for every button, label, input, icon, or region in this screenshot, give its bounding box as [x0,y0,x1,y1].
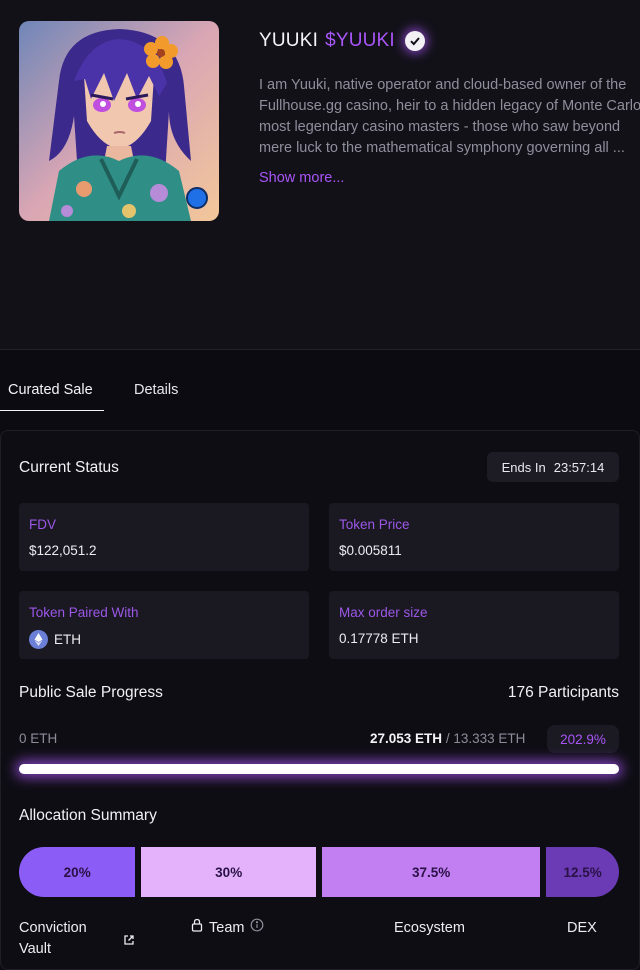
bio-line: most legendary casino masters - those wh… [259,119,621,135]
current-status-title: Current Status [19,459,119,476]
raised-separator: / [445,731,450,746]
token-description: I am Yuuki, native operator and cloud-ba… [259,75,640,159]
allocation-segment-ecosystem: 37.5% [322,847,541,897]
ethereum-icon [29,630,48,649]
token-title: YUUKI $YUUKI [259,30,425,52]
external-link-icon[interactable] [123,933,135,951]
verified-check-icon [404,31,425,51]
stat-fdv: FDV $122,051.2 [19,503,309,571]
show-more-link[interactable]: Show more... [259,170,344,186]
stat-label: Max order size [339,605,428,620]
allocation-bar: 20% 30% 37.5% 12.5% [19,847,619,897]
progress-percent-badge: 202.9% [547,725,619,753]
legend-team: Team [191,918,264,939]
active-tab-indicator [0,410,104,411]
tab-details[interactable]: Details [134,382,178,398]
token-name: YUUKI [259,30,319,51]
legend-label: Team [209,920,245,936]
allocation-segment-conviction-vault: 20% [19,847,136,897]
allocation-segment-dex: 12.5% [546,847,619,897]
legend-dex: DEX [567,918,597,939]
sale-progress-fill [19,764,619,774]
public-sale-progress-title: Public Sale Progress [19,684,163,701]
legend-label: Vault [19,941,51,957]
raised-value: 27.053 ETH [370,731,443,746]
legend-label: Conviction [19,920,87,936]
stat-value: 0.17778 ETH [339,631,419,646]
bio-line: mere luck to the mathematical symphony g… [259,140,625,156]
stat-value: $0.005811 [339,543,402,558]
countdown-label: Ends In [501,459,546,475]
stat-max-order-size: Max order size 0.17778 ETH [329,591,619,659]
allocation-segment-team: 30% [141,847,316,897]
participants-count: 176 Participants [507,684,619,701]
raised-amount: 27.053 ETH / 13.333 ETH [370,731,525,746]
stat-value: $122,051.2 [29,543,97,558]
legend-ecosystem: Ecosystem [394,918,465,939]
paired-token-name: ETH [54,632,81,648]
stat-token-price: Token Price $0.005811 [329,503,619,571]
legend-conviction-vault[interactable]: Conviction Vault [19,918,87,960]
raise-target: 13.333 ETH [453,731,526,746]
stat-label: Token Paired With [29,605,139,620]
stat-label: Token Price [339,517,410,532]
legend-label: Ecosystem [394,920,465,936]
sale-progress-bar [19,764,619,774]
countdown-value: 23:57:14 [553,459,605,475]
tab-curated-sale[interactable]: Curated Sale [8,382,93,398]
token-ticker: $YUUKI [325,30,395,51]
countdown-badge: Ends In 23:57:14 [487,452,619,482]
lock-icon [191,918,203,939]
allocation-summary-title: Allocation Summary [19,807,157,824]
bio-line: I am Yuuki, native operator and cloud-ba… [259,77,627,93]
sale-tabs: Curated Sale Details [0,370,640,412]
avatar-status-badge [186,187,208,209]
info-icon[interactable] [250,918,264,939]
stat-label: FDV [29,517,56,532]
progress-start-value: 0 ETH [19,731,58,746]
stat-token-paired-with: Token Paired With ETH [19,591,309,659]
legend-label: DEX [567,920,597,936]
bio-line: Fullhouse.gg casino, heir to a hidden le… [259,98,640,114]
token-profile-header: YUUKI $YUUKI I am Yuuki, native operator… [0,0,640,350]
stat-value: ETH [29,630,81,650]
token-avatar [19,21,219,221]
